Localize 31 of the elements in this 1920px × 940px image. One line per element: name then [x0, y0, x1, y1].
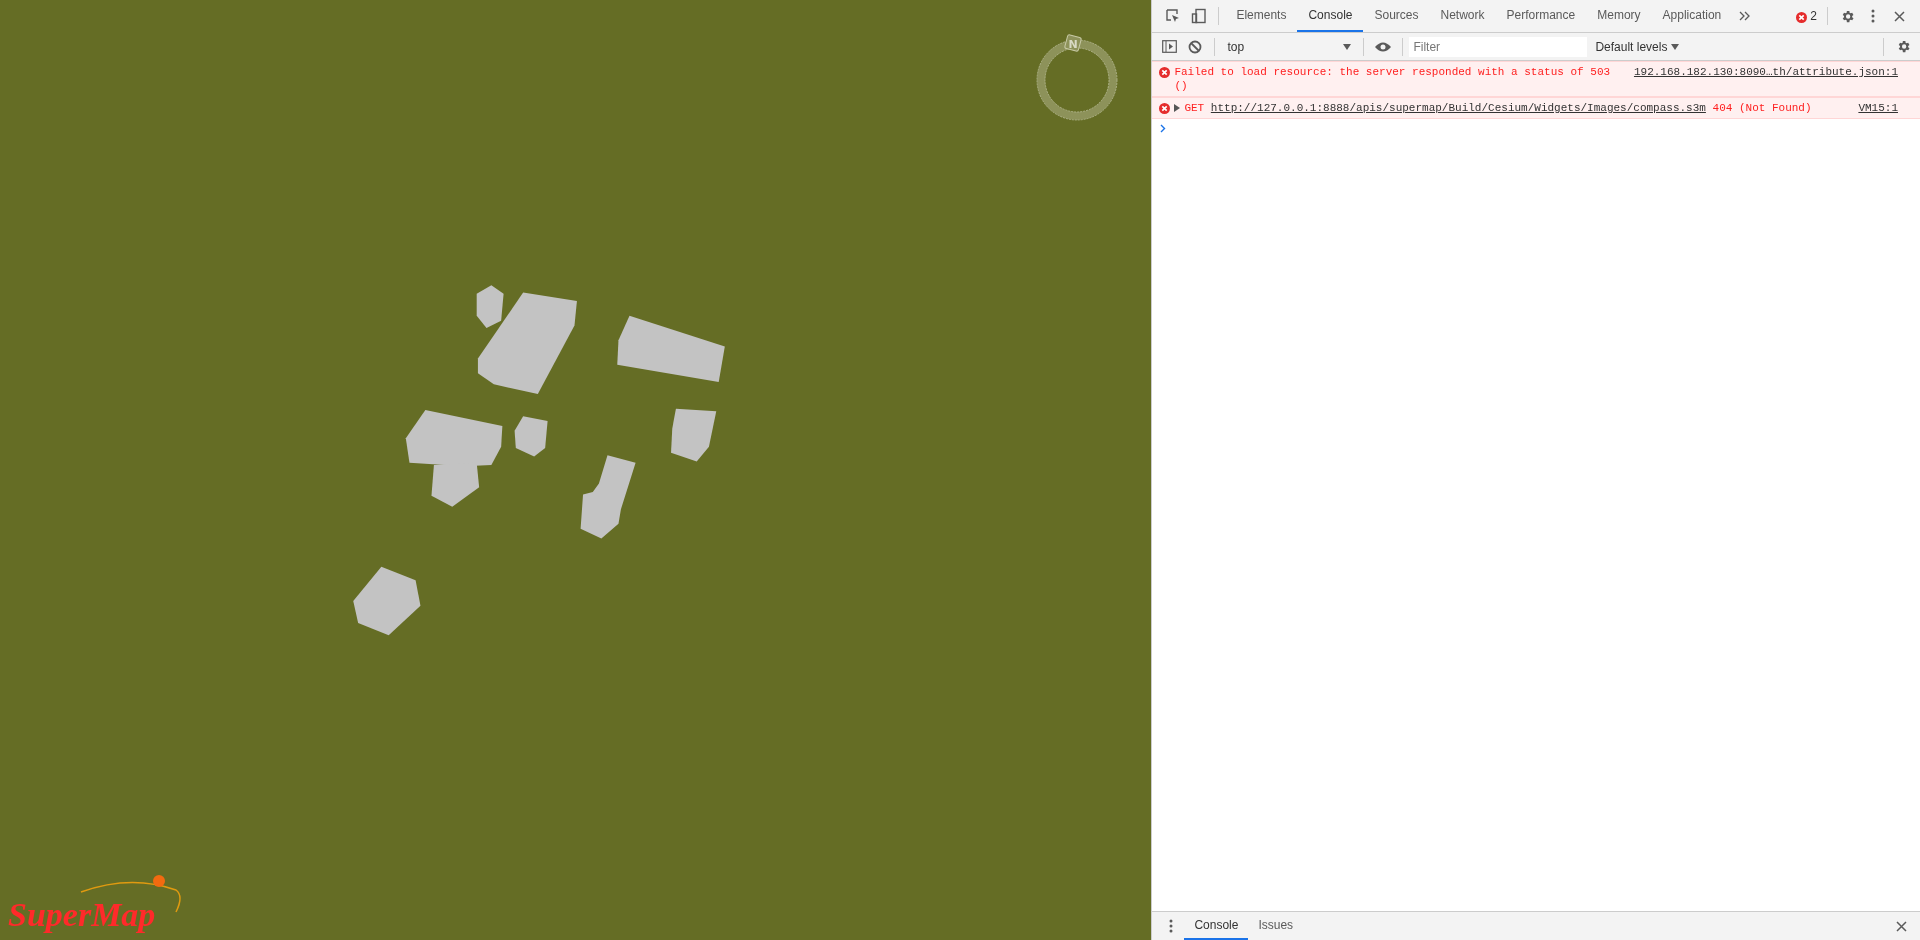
devtools-tab[interactable]: Performance [1495, 0, 1587, 32]
error-icon [1796, 11, 1808, 23]
drawer-tab[interactable]: Issues [1248, 912, 1304, 940]
request-method: GET [1184, 102, 1205, 114]
error-count: 2 [1810, 9, 1817, 23]
error-icon [1159, 67, 1171, 78]
context-selector[interactable]: top [1221, 35, 1358, 58]
log-levels-dropdown[interactable]: Default levels [1595, 39, 1680, 54]
expand-triangle-icon[interactable] [1174, 104, 1181, 112]
error-icon [1159, 103, 1171, 114]
source-link[interactable]: VM15:1 [1858, 101, 1898, 115]
caret-icon [1671, 43, 1680, 50]
devtools-tab[interactable]: Network [1429, 0, 1496, 32]
request-url-link[interactable]: http://127.0.0.1:8888/apis/supermap/Build/Cesium/Widgets/Images/compass.s3m [1210, 102, 1706, 114]
prompt-chevron-icon[interactable] [1160, 124, 1167, 133]
logo: SuperMap [8, 896, 156, 934]
caret-icon [1343, 43, 1352, 50]
devtools-tab[interactable]: Application [1651, 0, 1733, 32]
source-link[interactable]: 192.168.182.130:8090…th/attribute.json:1 [1633, 65, 1898, 79]
filter-field[interactable]: Filter [1409, 36, 1588, 57]
devtools-tab[interactable]: Sources [1363, 0, 1430, 32]
error-message: Failed to load resource: the server responded with a status of 503 () [1174, 65, 1612, 93]
compass-north-label: N [1068, 37, 1078, 51]
response-status: 404 (Not Found) [1712, 102, 1812, 114]
building-shape [353, 566, 421, 636]
devtools-tab[interactable]: Memory [1586, 0, 1652, 32]
devtools-tab[interactable]: Elements [1225, 0, 1298, 32]
error-counter[interactable]: 2 [1792, 9, 1821, 23]
building-shape [514, 416, 548, 457]
drawer-tab[interactable]: Console [1184, 912, 1249, 940]
building-shape [671, 408, 717, 462]
